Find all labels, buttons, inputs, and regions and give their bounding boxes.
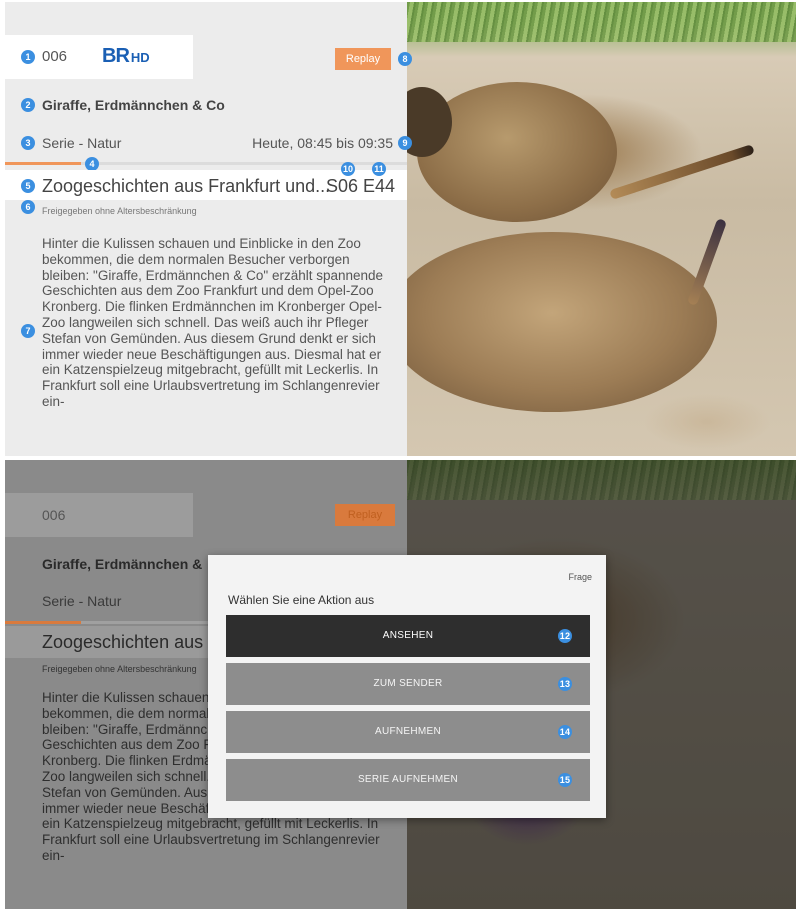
program-info-screen: 1 006 BR HD Replay 8 2 Giraffe, Erdmännch…	[5, 2, 796, 456]
watch-button-label: ANSEHEN	[382, 630, 434, 641]
callout-badge-15: 15	[558, 773, 572, 787]
callout-badge-10: 10	[341, 162, 355, 176]
callout-badge-12: 12	[558, 629, 572, 643]
grass-background	[407, 2, 796, 42]
channel-number: 006	[42, 48, 68, 65]
callout-badge-3: 3	[21, 136, 35, 150]
record-series-button[interactable]: SERIE AUFNEHMEN 15	[226, 759, 590, 801]
record-button-label: AUFNEHMEN	[374, 726, 442, 737]
callout-badge-6: 6	[21, 200, 35, 214]
callout-badge-1: 1	[21, 50, 35, 64]
replay-button[interactable]: Replay	[335, 48, 391, 70]
video-preview	[407, 2, 796, 456]
go-to-channel-button-label: ZUM SENDER	[373, 678, 443, 689]
show-title: Giraffe, Erdmännchen & Co	[42, 97, 225, 113]
callout-badge-13: 13	[558, 677, 572, 691]
action-dialog-screen: 006 Replay Giraffe, Erdmännchen & Serie …	[5, 460, 796, 909]
record-series-button-label: SERIE AUFNEHMEN	[357, 774, 459, 785]
episode-description: Hinter die Kulissen schauen und Einblick…	[42, 236, 384, 409]
meerkat-lower	[407, 232, 717, 412]
callout-badge-11: 11	[372, 162, 386, 176]
go-to-channel-button[interactable]: ZUM SENDER 13	[226, 663, 590, 705]
callout-badge-2: 2	[21, 98, 35, 112]
callout-badge-9: 9	[398, 136, 412, 150]
age-rating: Freigegeben ohne Altersbeschränkung	[42, 206, 197, 216]
age-rating: Freigegeben ohne Altersbeschränkung	[42, 664, 197, 674]
callout-badge-8: 8	[398, 52, 412, 66]
show-title: Giraffe, Erdmännchen &	[42, 556, 203, 572]
action-dialog: Frage Wählen Sie eine Aktion aus ANSEHEN…	[208, 555, 606, 818]
progress-fill	[5, 621, 82, 624]
genre-label: Serie - Natur	[42, 135, 122, 151]
channel-row[interactable]: 1 006 BR HD	[5, 35, 193, 79]
channel-logo: BR HD	[102, 45, 150, 68]
callout-badge-4: 4	[85, 157, 99, 171]
dialog-title: Wählen Sie eine Aktion aus	[228, 593, 375, 607]
channel-number: 006	[42, 507, 66, 523]
callout-badge-14: 14	[558, 725, 572, 739]
episode-title: Zoogeschichten aus	[42, 632, 204, 652]
meerkat-tail	[609, 144, 755, 200]
episode-title: Zoogeschichten aus Frankfurt und...	[42, 176, 331, 196]
dialog-kind-label: Frage	[568, 572, 592, 582]
episode-code: S06 E44	[325, 176, 395, 196]
callout-badge-5: 5	[21, 179, 35, 193]
watch-button[interactable]: ANSEHEN 12	[226, 615, 590, 657]
genre-label: Serie - Natur	[42, 593, 122, 609]
info-panel: 1 006 BR HD Replay 8 2 Giraffe, Erdmännch…	[5, 2, 412, 456]
record-button[interactable]: AUFNEHMEN 14	[226, 711, 590, 753]
replay-button: Replay	[335, 504, 395, 526]
callout-badge-7: 7	[21, 324, 35, 338]
channel-row: 006	[5, 493, 193, 537]
channel-logo-hd: HD	[130, 50, 150, 65]
channel-logo-text: BR	[102, 45, 130, 67]
airtime-label: Heute, 08:45 bis 09:35	[252, 135, 393, 151]
progress-fill	[5, 162, 82, 165]
